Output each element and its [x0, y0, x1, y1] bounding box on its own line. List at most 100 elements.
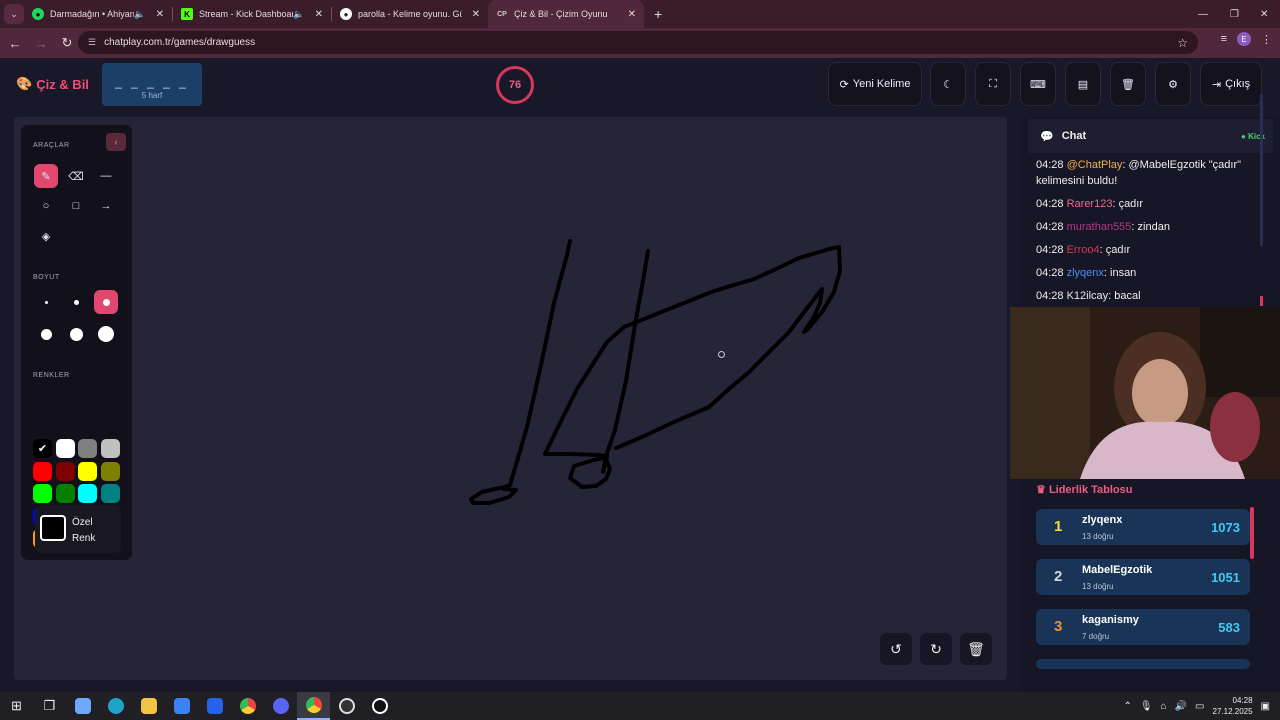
audio-icon[interactable]: 🔈	[293, 9, 304, 20]
color-swatch[interactable]	[100, 461, 120, 481]
clear-canvas-button[interactable]: 🗑	[960, 633, 992, 665]
settings-button[interactable]: ⚙	[1155, 62, 1191, 106]
leaderboard-scroll-thumb[interactable]	[1250, 507, 1254, 559]
browser-tab[interactable]: ● Darmadağın • Ahiyan 🔈 ✕	[24, 0, 172, 28]
message-username[interactable]: zlyqenx	[1067, 267, 1104, 279]
chrome-active-button[interactable]	[297, 692, 330, 720]
site-info-icon[interactable]: ☰	[88, 37, 96, 48]
network-icon[interactable]: ⌂	[1161, 701, 1167, 712]
custom-color-button[interactable]: Özel Renk	[35, 505, 121, 553]
browser-menu-icon[interactable]: ⋮	[1261, 33, 1272, 46]
message-username[interactable]: murathan555	[1067, 221, 1132, 233]
media-control-icon[interactable]: ≡	[1221, 33, 1227, 45]
keyboard-button[interactable]: ⌨	[1020, 62, 1056, 106]
size-option[interactable]	[64, 322, 88, 346]
message-username[interactable]: K12ilcay	[1067, 290, 1109, 302]
leaderboard-row: 3 kaganismy 7 doğru 583	[1036, 609, 1250, 645]
crown-icon: ♛	[1036, 484, 1046, 496]
edge-button[interactable]	[99, 692, 132, 720]
close-tab-icon[interactable]: ✕	[628, 9, 636, 20]
clock[interactable]: 04:28 27.12.2025	[1213, 695, 1253, 717]
color-swatch[interactable]	[55, 484, 75, 503]
color-swatch[interactable]	[78, 461, 97, 481]
collapse-toolbox-button[interactable]: ‹	[106, 133, 126, 151]
trash-icon: 🗑	[1121, 78, 1135, 91]
message-text: : bacal	[1108, 290, 1141, 302]
browser-tab-active[interactable]: CP Çiz & Bil - Çizim Oyunu ✕	[488, 0, 644, 28]
message-username[interactable]: @ChatPlay	[1067, 159, 1123, 171]
address-bar[interactable]: ☰ chatplay.com.tr/games/drawguess ☆	[78, 31, 1198, 54]
browser-tab[interactable]: ● parolla - Kelime oyunu. Günlük ✕	[332, 0, 488, 28]
color-swatch[interactable]	[55, 439, 75, 458]
fill-tool[interactable]: ◈	[34, 224, 58, 248]
audio-icon[interactable]: 🔈	[134, 9, 145, 20]
chat-scroll-thumb[interactable]	[1260, 296, 1263, 306]
close-window-button[interactable]: ✕	[1260, 0, 1268, 28]
explorer-button[interactable]	[132, 692, 165, 720]
arrow-tool[interactable]: →	[94, 194, 118, 218]
new-tab-button[interactable]: +	[654, 6, 662, 22]
close-tab-icon[interactable]: ✕	[472, 9, 480, 20]
archive-button[interactable]: ▤	[1065, 62, 1101, 106]
color-swatch[interactable]	[100, 439, 120, 458]
reload-button[interactable]: ↻	[54, 35, 80, 51]
color-swatch[interactable]	[78, 484, 97, 503]
start-button[interactable]: ⊞	[0, 692, 33, 720]
undo-button[interactable]: ↺	[880, 633, 912, 665]
volume-icon[interactable]: 🔊	[1175, 701, 1187, 712]
color-swatch[interactable]	[78, 439, 97, 458]
app-button[interactable]	[363, 692, 396, 720]
size-heading: BOYUT	[33, 274, 60, 281]
size-option[interactable]	[64, 290, 88, 314]
message-username[interactable]: Rarer123	[1067, 198, 1113, 210]
notifications-icon[interactable]: ▣	[1261, 701, 1270, 712]
color-swatch[interactable]: ✔	[33, 439, 52, 458]
copilot-button[interactable]	[66, 692, 99, 720]
logo-text: Çiz & Bil	[36, 76, 89, 92]
chat-scrollbar[interactable]	[1260, 94, 1263, 246]
tab-title: parolla - Kelime oyunu. Günlük	[358, 9, 462, 19]
discord-button[interactable]	[264, 692, 297, 720]
chevron-up-icon[interactable]: ⌃	[1123, 701, 1131, 712]
color-swatch[interactable]	[33, 461, 52, 481]
close-tab-icon[interactable]: ✕	[156, 9, 164, 20]
chrome-button[interactable]	[231, 692, 264, 720]
bookmark-star-icon[interactable]: ☆	[1177, 36, 1188, 50]
color-swatch[interactable]	[33, 484, 52, 503]
color-swatch[interactable]	[55, 461, 75, 481]
new-word-button[interactable]: ⟳ Yeni Kelime	[828, 62, 922, 106]
drawing-canvas[interactable]	[14, 117, 1007, 680]
delete-button[interactable]: 🗑	[1110, 62, 1146, 106]
message-time: 04:28	[1036, 159, 1064, 171]
dark-mode-button[interactable]: ☾	[930, 62, 966, 106]
obs-button[interactable]	[330, 692, 363, 720]
close-tab-icon[interactable]: ✕	[315, 9, 323, 20]
browser-tab[interactable]: K Stream - Kick Dashboard 🔈 ✕	[173, 0, 331, 28]
mail-button[interactable]	[198, 692, 231, 720]
task-view-button[interactable]: ❒	[33, 692, 66, 720]
size-option[interactable]	[34, 290, 58, 314]
restore-button[interactable]: ❐	[1230, 0, 1239, 28]
size-option[interactable]	[94, 322, 118, 346]
microphone-icon[interactable]: 🎙	[1140, 701, 1153, 712]
store-button[interactable]	[165, 692, 198, 720]
profile-avatar[interactable]: E	[1237, 32, 1251, 46]
exit-button[interactable]: ⇥ Çıkış	[1200, 62, 1262, 106]
eraser-tool[interactable]: ⌫	[64, 164, 88, 188]
forward-button[interactable]: →	[28, 36, 54, 51]
back-button[interactable]: ←	[2, 36, 28, 51]
line-tool[interactable]: —	[94, 164, 118, 188]
minimize-button[interactable]: —	[1198, 0, 1208, 28]
battery-icon[interactable]: ▭	[1195, 701, 1204, 712]
circle-tool[interactable]: ○	[34, 194, 58, 218]
size-option[interactable]	[34, 322, 58, 346]
color-swatch[interactable]	[100, 484, 120, 503]
app-logo[interactable]: 🎨 Çiz & Bil	[16, 76, 89, 92]
size-option-selected[interactable]	[94, 290, 118, 314]
redo-button[interactable]: ↻	[920, 633, 952, 665]
brush-tool[interactable]: ✎	[34, 164, 58, 188]
rectangle-tool[interactable]: □	[64, 194, 88, 218]
tab-search-button[interactable]: ⌄	[4, 4, 24, 24]
message-username[interactable]: Erroo4	[1067, 244, 1100, 256]
fullscreen-button[interactable]: ⛶	[975, 62, 1011, 106]
